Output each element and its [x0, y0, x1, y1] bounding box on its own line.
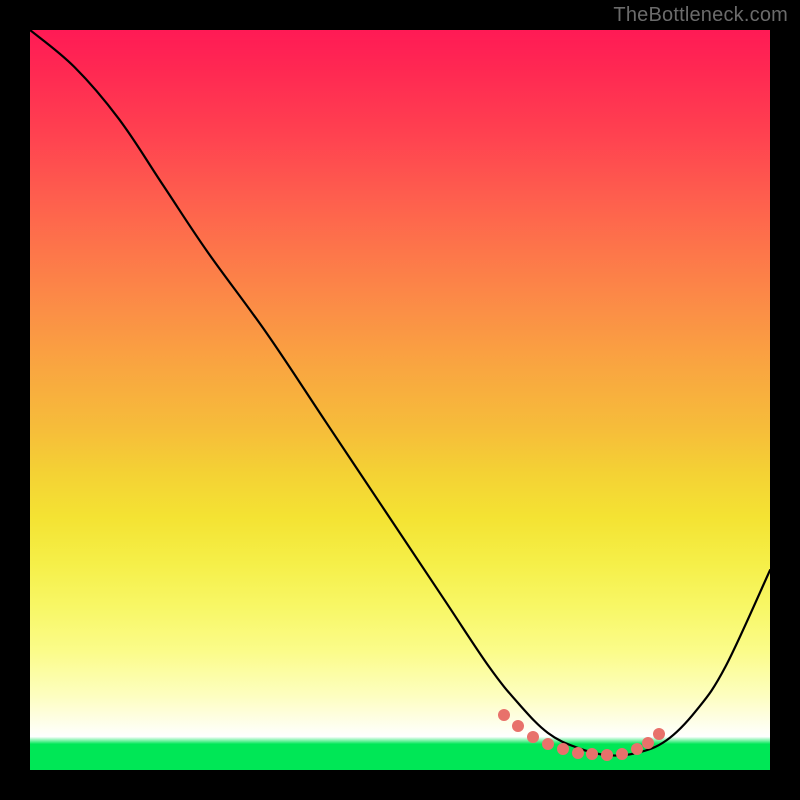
highlight-dot	[542, 738, 554, 750]
highlight-dot	[631, 743, 643, 755]
highlight-dots-layer	[30, 30, 770, 770]
highlight-dot	[601, 749, 613, 761]
highlight-dot	[653, 728, 665, 740]
highlight-dot	[512, 720, 524, 732]
highlight-dot	[498, 709, 510, 721]
highlight-dot	[557, 743, 569, 755]
highlight-dot	[586, 748, 598, 760]
highlight-dot	[527, 731, 539, 743]
highlight-dot	[616, 748, 628, 760]
highlight-dot	[572, 747, 584, 759]
watermark-text: TheBottleneck.com	[613, 4, 788, 27]
chart-area	[30, 30, 770, 770]
highlight-dot	[642, 737, 654, 749]
